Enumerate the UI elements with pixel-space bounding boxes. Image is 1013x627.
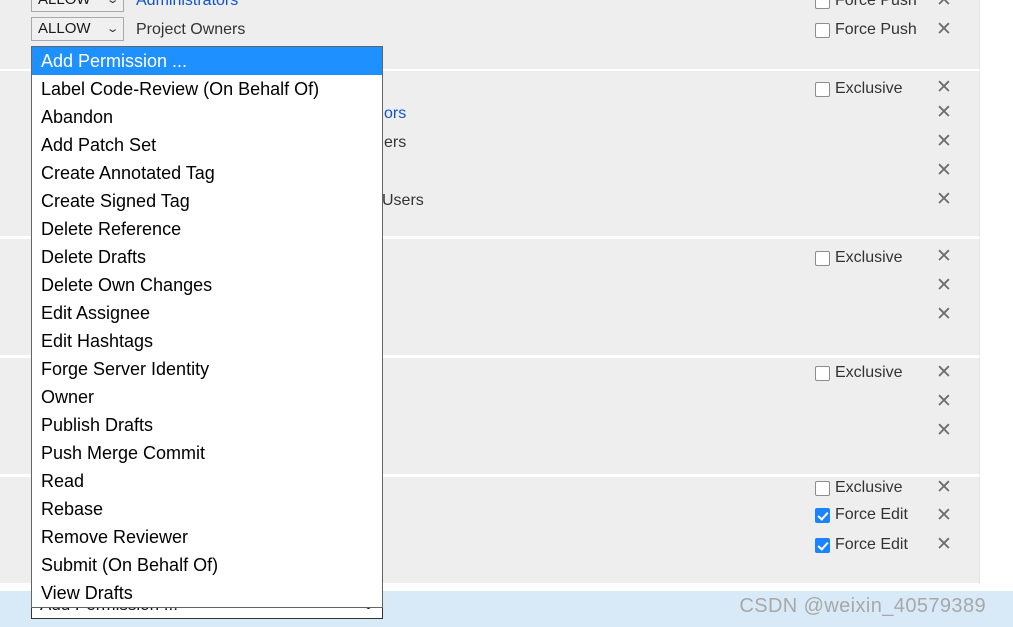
watermark-text: CSDN @weixin_40579389 — [739, 595, 986, 617]
group-label-partial-owners: ers — [384, 134, 407, 151]
dropdown-option[interactable]: Add Patch Set — [32, 131, 382, 159]
dropdown-option[interactable]: Create Annotated Tag — [32, 159, 382, 187]
checkbox-force-edit[interactable] — [815, 507, 830, 523]
option-label: Exclusive — [835, 479, 903, 496]
dropdown-option[interactable]: Forge Server Identity — [32, 355, 382, 383]
dropdown-option[interactable]: Abandon — [32, 103, 382, 131]
delete-rule-icon[interactable]: ✕ — [936, 190, 952, 209]
permission-select-value: ALLOW — [38, 20, 91, 37]
permission-select-project-owners[interactable]: ALLOW ⌄ — [31, 17, 124, 41]
option-label: Force Push — [835, 0, 917, 9]
page-right-gutter — [980, 0, 1013, 627]
add-permission-dropdown-list[interactable]: Add Permission ... Label Code-Review (On … — [31, 46, 383, 608]
permission-select-administrators[interactable]: ALLOW ⌄ — [31, 0, 124, 12]
dropdown-option[interactable]: Add Permission ... — [32, 47, 382, 75]
dropdown-option[interactable]: Delete Drafts — [32, 243, 382, 271]
delete-rule-icon[interactable]: ✕ — [936, 0, 952, 10]
dropdown-option[interactable]: Edit Assignee — [32, 299, 382, 327]
dropdown-option[interactable]: Publish Drafts — [32, 411, 382, 439]
dropdown-option[interactable]: Delete Reference — [32, 215, 382, 243]
dropdown-option[interactable]: Edit Hashtags — [32, 327, 382, 355]
checkbox-exclusive[interactable] — [815, 250, 830, 266]
delete-rule-icon[interactable]: ✕ — [936, 478, 952, 497]
option-force-push-2[interactable]: Force Push — [815, 21, 917, 39]
option-exclusive-section-two[interactable]: Exclusive — [815, 80, 903, 98]
option-label: Force Push — [835, 21, 917, 38]
delete-rule-icon[interactable]: ✕ — [936, 132, 952, 151]
dropdown-option[interactable]: Label Code-Review (On Behalf Of) — [32, 75, 382, 103]
option-force-push-1[interactable]: Force Push — [815, 0, 917, 10]
group-label-partial-registered-users: Users — [382, 192, 424, 209]
delete-rule-icon[interactable]: ✕ — [936, 421, 952, 440]
dropdown-option[interactable]: Remove Reviewer — [32, 523, 382, 551]
delete-rule-icon[interactable]: ✕ — [936, 363, 952, 382]
checkbox-exclusive[interactable] — [815, 480, 830, 496]
delete-rule-icon[interactable]: ✕ — [936, 247, 952, 266]
dropdown-option[interactable]: Read — [32, 467, 382, 495]
group-link-partial-administrators[interactable]: ors — [384, 105, 406, 123]
delete-rule-icon[interactable]: ✕ — [936, 161, 952, 180]
delete-rule-icon[interactable]: ✕ — [936, 506, 952, 525]
checkbox-exclusive[interactable] — [815, 81, 830, 97]
delete-rule-icon[interactable]: ✕ — [936, 78, 952, 97]
dropdown-option[interactable]: Delete Own Changes — [32, 271, 382, 299]
option-label: Exclusive — [835, 249, 903, 266]
checkbox-force-push[interactable] — [815, 0, 830, 9]
dropdown-option[interactable]: Push Merge Commit — [32, 439, 382, 467]
option-label: Exclusive — [835, 364, 903, 381]
option-force-edit-2[interactable]: Force Edit — [815, 536, 908, 554]
option-exclusive-section-five[interactable]: Exclusive — [815, 479, 903, 497]
option-exclusive-section-four[interactable]: Exclusive — [815, 364, 903, 382]
dropdown-option[interactable]: View Drafts — [32, 579, 382, 607]
chevron-down-icon: ⌄ — [105, 0, 120, 6]
option-label: Force Edit — [835, 536, 908, 553]
dropdown-option[interactable]: Submit (On Behalf Of) — [32, 551, 382, 579]
checkbox-force-edit[interactable] — [815, 537, 830, 553]
checkbox-exclusive[interactable] — [815, 365, 830, 381]
delete-rule-icon[interactable]: ✕ — [936, 535, 952, 554]
chevron-down-icon: ⌄ — [105, 23, 120, 35]
group-link-administrators[interactable]: Administrators — [136, 0, 238, 10]
delete-rule-icon[interactable]: ✕ — [936, 276, 952, 295]
dropdown-option[interactable]: Owner — [32, 383, 382, 411]
option-exclusive-section-three[interactable]: Exclusive — [815, 249, 903, 267]
delete-rule-icon[interactable]: ✕ — [936, 20, 952, 39]
permission-select-value: ALLOW — [38, 0, 91, 11]
dropdown-option[interactable]: Rebase — [32, 495, 382, 523]
checkbox-force-push[interactable] — [815, 22, 830, 38]
group-label-project-owners: Project Owners — [136, 21, 246, 38]
dropdown-option[interactable]: Create Signed Tag — [32, 187, 382, 215]
option-label: Exclusive — [835, 80, 903, 97]
delete-rule-icon[interactable]: ✕ — [936, 305, 952, 324]
delete-rule-icon[interactable]: ✕ — [936, 392, 952, 411]
delete-rule-icon[interactable]: ✕ — [936, 103, 952, 122]
option-force-edit-1[interactable]: Force Edit — [815, 506, 908, 524]
option-label: Force Edit — [835, 506, 908, 523]
